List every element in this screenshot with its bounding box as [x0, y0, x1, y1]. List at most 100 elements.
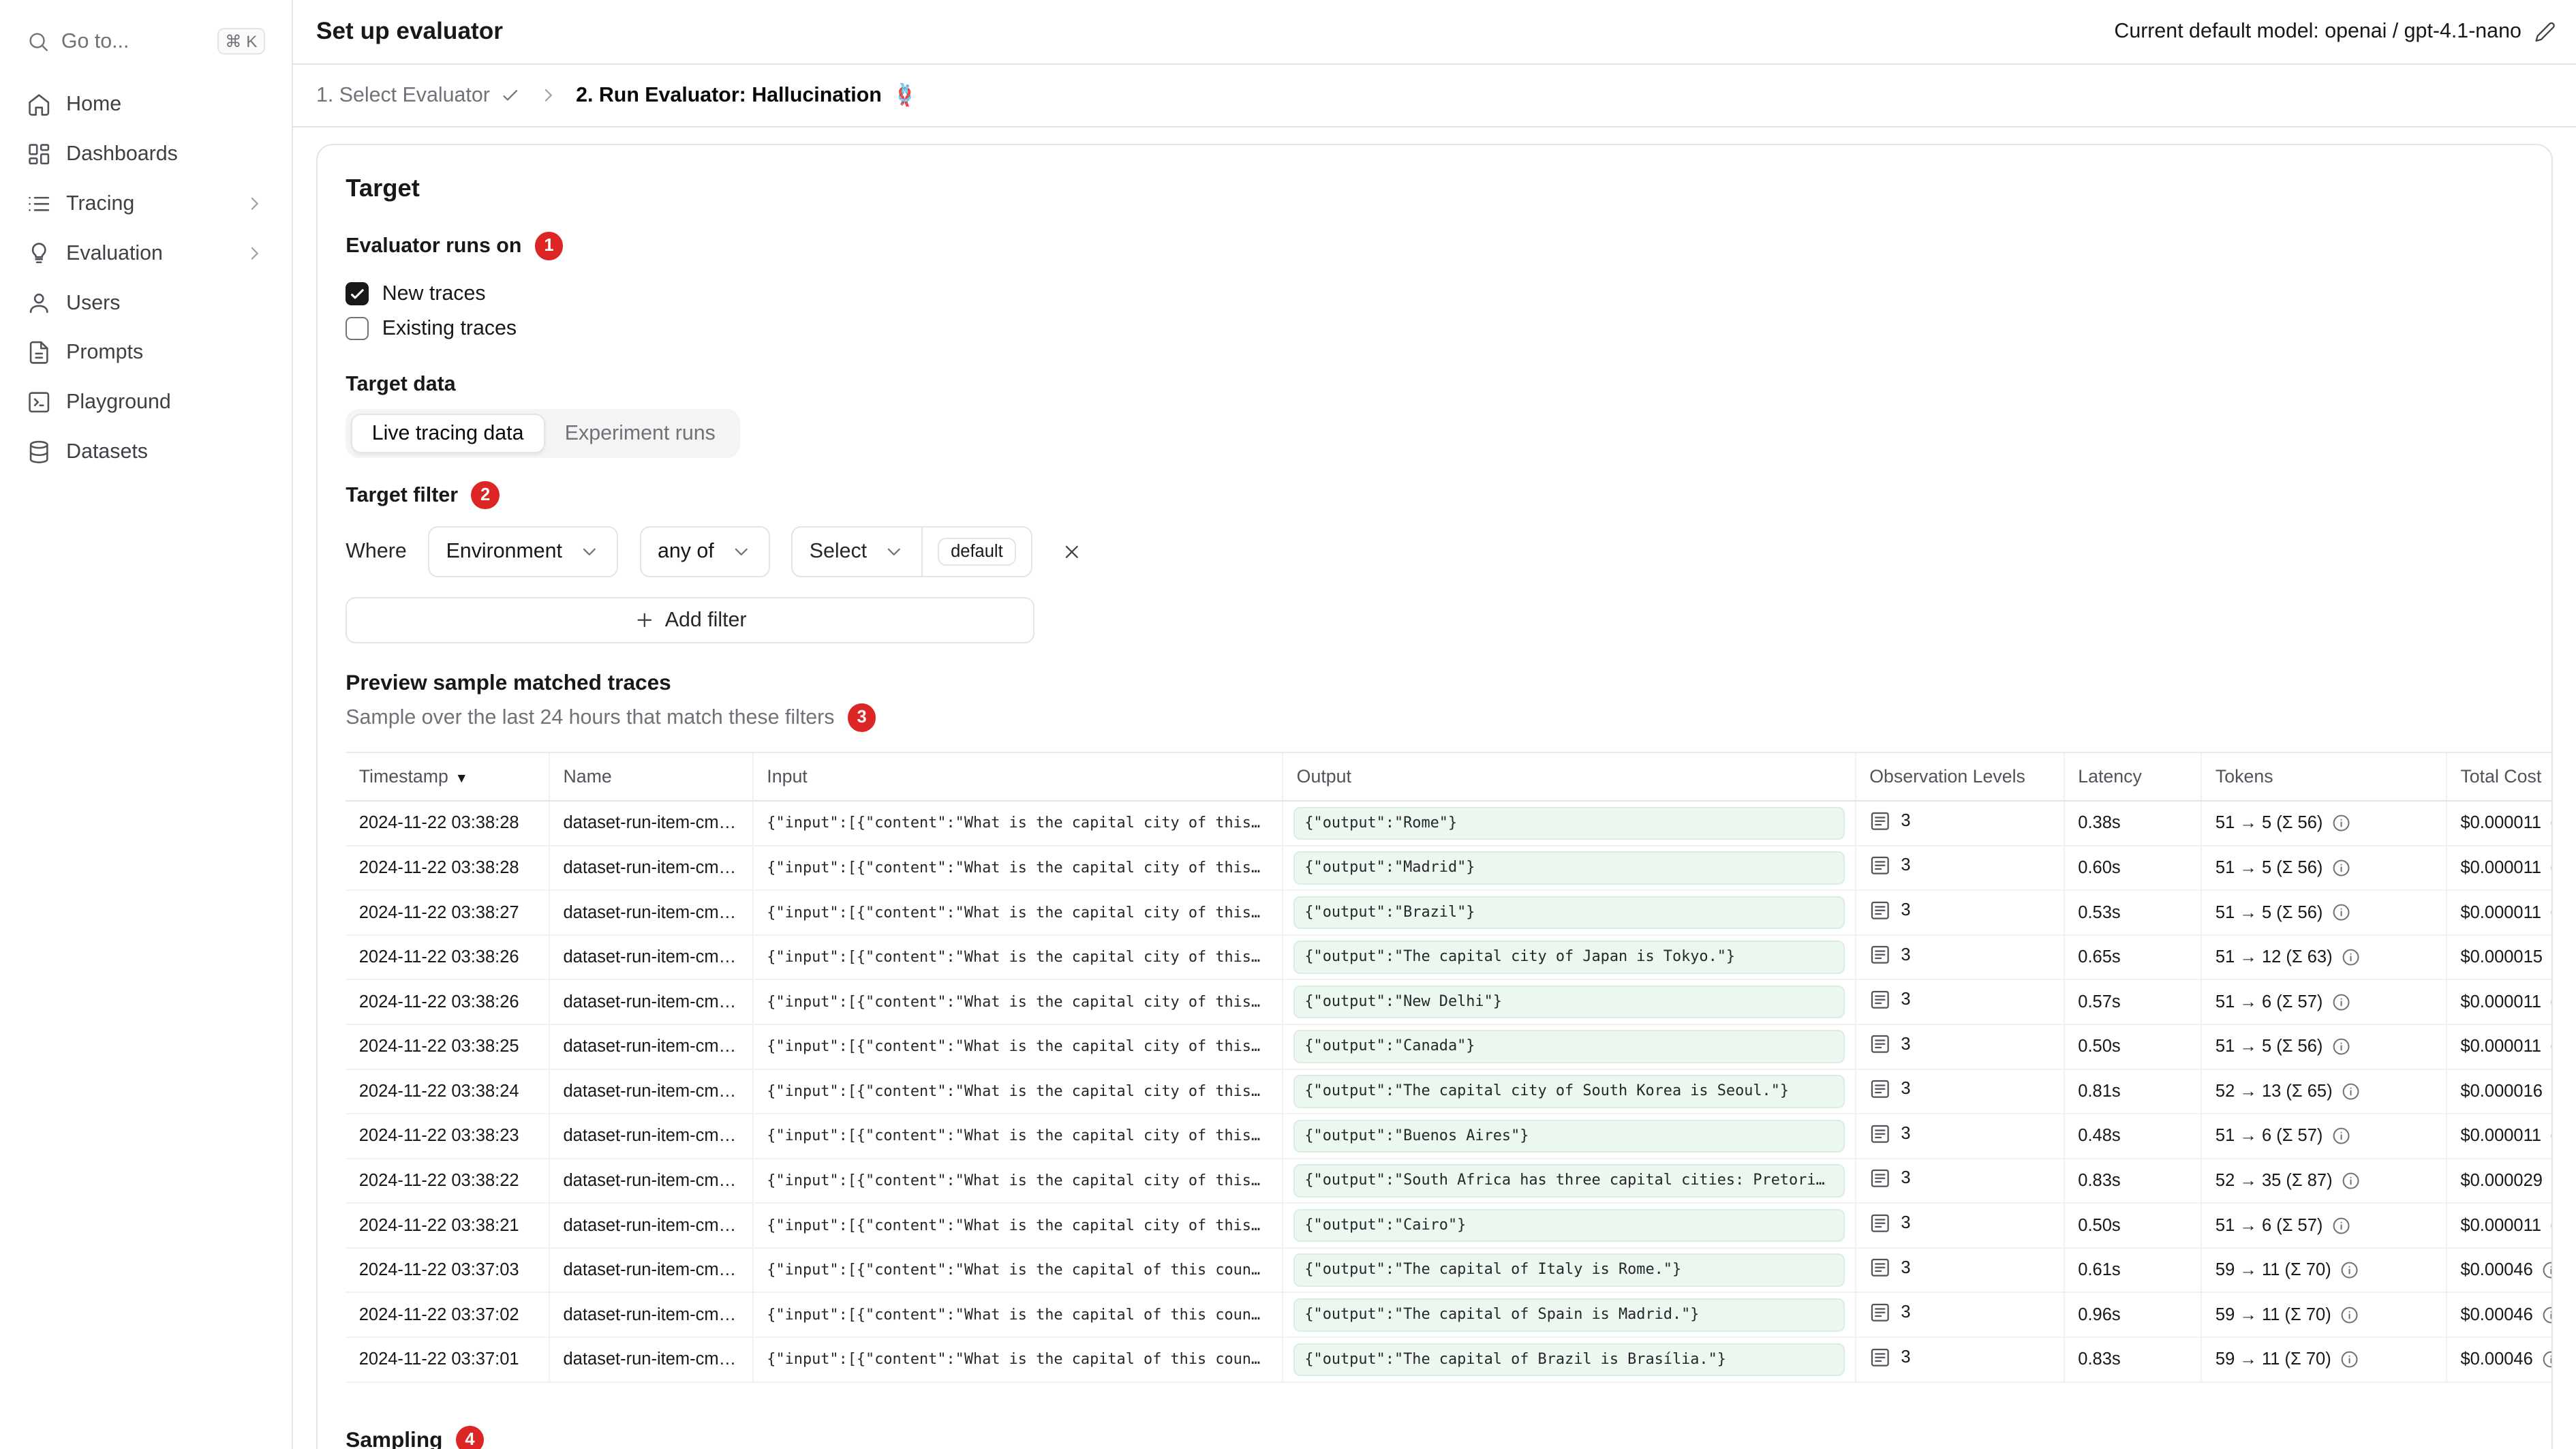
edit-model-icon[interactable]: [2534, 21, 2556, 43]
info-icon: [2549, 813, 2551, 833]
filter-operator-value: any of: [658, 540, 714, 563]
chevron-right-icon: [244, 243, 266, 264]
traces-tbody: 2024-11-22 03:38:28 dataset-run-item-cm3s…: [346, 801, 2551, 1383]
cell-observation-levels: 3: [1855, 1024, 2065, 1070]
cell-tokens: 51 → 5 (Σ 56): [2201, 801, 2448, 846]
remove-filter-button[interactable]: [1054, 534, 1090, 570]
filter-operator-select[interactable]: any of: [639, 525, 770, 578]
chevron-right-icon: [244, 193, 266, 215]
cell-cost: $0.000016: [2447, 1069, 2551, 1115]
filter-column-select[interactable]: Environment: [428, 525, 619, 578]
step-select-evaluator[interactable]: 1. Select Evaluator: [316, 84, 521, 107]
filter-column-value: Environment: [446, 540, 562, 563]
wizard-steps: 1. Select Evaluator 2. Run Evaluator: Ha…: [292, 65, 2576, 128]
info-icon: [2541, 1260, 2551, 1280]
checkbox-existing-traces[interactable]: Existing traces: [346, 311, 2523, 346]
add-filter-button[interactable]: Add filter: [346, 597, 1034, 644]
cell-timestamp: 2024-11-22 03:38:22: [346, 1158, 551, 1204]
sidebar-item-playground[interactable]: Playground: [13, 378, 278, 427]
sidebar-item-tracing[interactable]: Tracing: [13, 179, 278, 228]
cell-input: {"input":[{"content":"What is the capita…: [752, 1292, 1284, 1339]
cell-tokens: 52 → 13 (Σ 65): [2201, 1069, 2448, 1115]
cell-timestamp: 2024-11-22 03:38:21: [346, 1203, 551, 1249]
cell-cost: $0.000011: [2447, 1114, 2551, 1159]
cell-cost: $0.000011: [2447, 1203, 2551, 1249]
observation-levels-icon: [1869, 1123, 1891, 1145]
cell-output: {"output":"Madrid"}: [1283, 845, 1856, 891]
table-row[interactable]: 2024-11-22 03:38:27 dataset-run-item-cm3s…: [346, 890, 2551, 936]
sidebar-item-dashboards[interactable]: Dashboards: [13, 129, 278, 179]
target-title: Target: [346, 173, 420, 202]
table-row[interactable]: 2024-11-22 03:37:01 dataset-run-item-cm3s…: [346, 1337, 2551, 1383]
cell-input: {"input":[{"content":"What is the capita…: [752, 1024, 1284, 1070]
filter-value-select[interactable]: Select: [793, 527, 923, 577]
cell-name: dataset-run-item-cm3s4: [549, 1158, 754, 1204]
goto-label: Go to...: [61, 29, 129, 52]
cell-cost: $0.00046: [2447, 1247, 2551, 1294]
cell-latency: 0.96s: [2064, 1292, 2203, 1339]
cell-cost: $0.000029: [2447, 1158, 2551, 1204]
cell-name: dataset-run-item-cm3s4: [549, 1069, 754, 1115]
table-row[interactable]: 2024-11-22 03:37:02 dataset-run-item-cm3s…: [346, 1292, 2551, 1339]
table-row[interactable]: 2024-11-22 03:38:28 dataset-run-item-cm3s…: [346, 801, 2551, 846]
cell-tokens: 51 → 6 (Σ 57): [2201, 979, 2448, 1025]
cell-name: dataset-run-item-cm3s4: [549, 979, 754, 1025]
step-run-evaluator: 2. Run Evaluator: Hallucination 🪢: [576, 84, 919, 107]
traces-table-container: Timestamp ▼ Name Input Output Observation Lev…: [346, 751, 2551, 1383]
cell-observation-levels: 3: [1855, 934, 2065, 981]
cell-latency: 0.81s: [2064, 1069, 2203, 1115]
dashboards-icon: [27, 142, 51, 166]
sidebar-item-home[interactable]: Home: [13, 80, 278, 129]
cell-latency: 0.65s: [2064, 934, 2203, 981]
info-icon: [2549, 902, 2551, 922]
table-row[interactable]: 2024-11-22 03:37:03 dataset-run-item-cm3s…: [346, 1247, 2551, 1294]
cell-output: {"output":"Rome"}: [1283, 801, 1856, 846]
cell-tokens: 51 → 5 (Σ 56): [2201, 1024, 2448, 1070]
cell-output: {"output":"Brazil"}: [1283, 890, 1856, 936]
tab-live-tracing-data[interactable]: Live tracing data: [350, 414, 545, 453]
sidebar-item-users[interactable]: Users: [13, 278, 278, 328]
chevron-down-icon: [731, 541, 752, 563]
output-pill: {"output":"Canada"}: [1293, 1030, 1845, 1064]
tab-experiment-runs[interactable]: Experiment runs: [545, 414, 735, 453]
cell-name: dataset-run-item-cm3s4: [549, 1292, 754, 1339]
cell-observation-levels: 3: [1855, 1203, 2065, 1249]
cell-tokens: 51 → 5 (Σ 56): [2201, 890, 2448, 936]
cell-output: {"output":"New Delhi"}: [1283, 979, 1856, 1025]
sidebar-item-prompts[interactable]: Prompts: [13, 328, 278, 378]
output-pill: {"output":"Buenos Aires"}: [1293, 1119, 1845, 1153]
checkbox-box[interactable]: [346, 317, 369, 341]
cell-name: dataset-run-item-cm3s4: [549, 890, 754, 936]
playground-icon: [27, 390, 51, 414]
sidebar-item-datasets[interactable]: Datasets: [13, 427, 278, 477]
table-row[interactable]: 2024-11-22 03:38:23 dataset-run-item-cm3s…: [346, 1114, 2551, 1159]
sort-desc-icon: ▼: [455, 770, 468, 786]
table-row[interactable]: 2024-11-22 03:38:26 dataset-run-item-cm3s…: [346, 979, 2551, 1025]
step-badge-2: 2: [471, 481, 500, 510]
filter-selected-values: default: [923, 528, 1030, 576]
output-pill: {"output":"Cairo"}: [1293, 1208, 1845, 1242]
goto-search[interactable]: Go to... ⌘ K: [13, 16, 278, 66]
datasets-icon: [27, 440, 51, 464]
cell-cost: $0.000011: [2447, 845, 2551, 891]
table-row[interactable]: 2024-11-22 03:38:21 dataset-run-item-cm3s…: [346, 1203, 2551, 1249]
info-icon: [2549, 1216, 2551, 1236]
table-row[interactable]: 2024-11-22 03:38:24 dataset-run-item-cm3s…: [346, 1069, 2551, 1115]
cell-name: dataset-run-item-cm3s4: [549, 1247, 754, 1294]
cell-observation-levels: 3: [1855, 1292, 2065, 1339]
table-row[interactable]: 2024-11-22 03:38:28 dataset-run-item-cm3s…: [346, 845, 2551, 891]
sidebar-item-evaluation[interactable]: Evaluation: [13, 228, 278, 278]
checkbox-new-traces[interactable]: New traces: [346, 277, 2523, 311]
cell-timestamp: 2024-11-22 03:38:27: [346, 890, 551, 936]
table-row[interactable]: 2024-11-22 03:38:26 dataset-run-item-cm3s…: [346, 934, 2551, 981]
observation-levels-icon: [1869, 810, 1891, 832]
table-row[interactable]: 2024-11-22 03:38:25 dataset-run-item-cm3s…: [346, 1024, 2551, 1070]
cell-name: dataset-run-item-cm3s4: [549, 845, 754, 891]
cell-timestamp: 2024-11-22 03:38:23: [346, 1114, 551, 1159]
column-header-observation-levels: Observation Levels: [1855, 752, 2065, 802]
checkbox-box[interactable]: [346, 282, 369, 306]
cell-output: {"output":"Canada"}: [1283, 1024, 1856, 1070]
sidebar-item-label: Home: [66, 93, 122, 115]
column-header-timestamp[interactable]: Timestamp ▼: [346, 752, 551, 802]
table-row[interactable]: 2024-11-22 03:38:22 dataset-run-item-cm3s…: [346, 1158, 2551, 1204]
